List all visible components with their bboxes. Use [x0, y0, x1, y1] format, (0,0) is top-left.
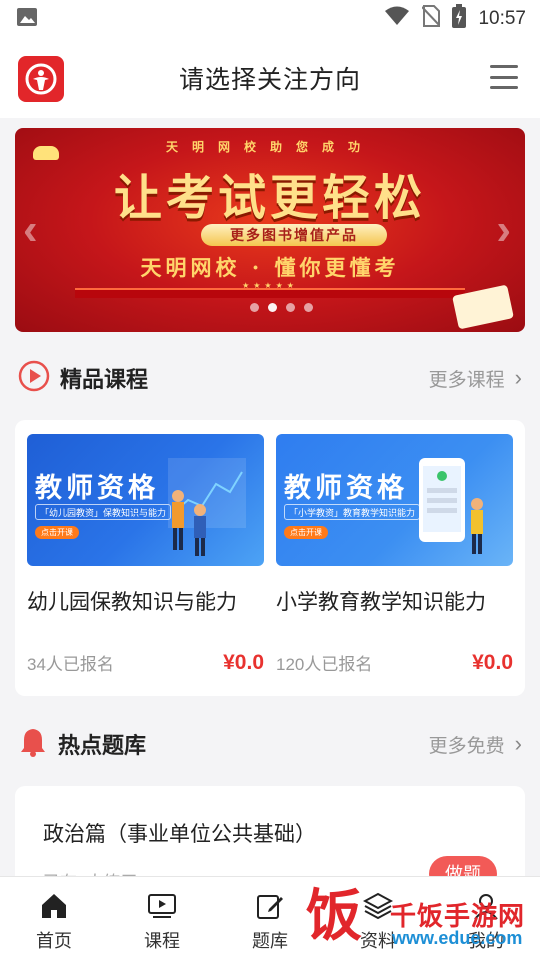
app-header: 请选择关注方向: [0, 38, 540, 118]
banner-pill: 更多图书增值产品: [201, 224, 387, 246]
thumb-cta: 点击开课: [284, 526, 328, 539]
exam-bank-name: 政治篇（事业单位公共基础）: [43, 823, 316, 846]
home-icon: [42, 894, 66, 918]
enrolled-count: 34人已报名: [27, 655, 114, 674]
course-thumbnail[interactable]: 教师资格 「幼儿园教资」保教知识与能力 点击开课: [27, 434, 264, 566]
banner-stage-decoration: [75, 288, 465, 298]
watermark-glyph: 饭: [306, 883, 362, 949]
course-item[interactable]: 教师资格 「小学教资」教育教学知识能力 点击开课 小学教育教学知识能力 120人…: [276, 434, 513, 675]
courses-section-header: 精品课程 更多课程 ›: [0, 354, 540, 402]
status-bar: 10:57: [0, 0, 540, 38]
course-name: 小学教育教学知识能力: [276, 591, 486, 614]
carousel-next-icon[interactable]: ›: [496, 208, 511, 252]
clock-time: 10:57: [478, 8, 526, 29]
banner-headline: 让考试更轻松: [113, 170, 426, 226]
play-circle-icon: [18, 360, 50, 397]
more-free-label: 更多免费: [428, 735, 505, 757]
tab-label: 首页: [36, 931, 72, 951]
video-icon: [148, 894, 176, 918]
thumb-title: 教师资格: [284, 473, 408, 503]
carousel-dot[interactable]: [249, 303, 259, 312]
tab-label: 课程: [144, 931, 180, 951]
enrolled-count: 120人已报名: [276, 655, 373, 674]
wifi-icon: [384, 6, 410, 32]
edit-icon: [257, 895, 283, 919]
watermark-url: www.edue.com: [392, 928, 523, 948]
thumb-cta: 点击开课: [35, 526, 79, 539]
course-price: ¥0.0: [472, 650, 513, 674]
image-notification-icon: [16, 7, 38, 32]
thumb-title: 教师资格: [35, 473, 159, 503]
more-free-link[interactable]: 更多免费 ›: [429, 731, 522, 758]
page-title[interactable]: 请选择关注方向: [179, 60, 361, 96]
bell-icon: [18, 726, 48, 763]
carousel-indicator: [15, 303, 525, 312]
course-item[interactable]: 教师资格 「幼儿园教资」保教知识与能力 点击开课 幼儿园保教知识与能力 34人已…: [27, 434, 264, 675]
course-price: ¥0.0: [223, 650, 264, 674]
tab-label: 题库: [252, 931, 288, 951]
carousel-dot[interactable]: [303, 303, 313, 312]
app-logo-icon[interactable]: [18, 56, 64, 102]
site-watermark: 饭 千饭手游网 www.edue.com: [300, 884, 540, 960]
course-name: 幼儿园保教知识与能力: [27, 591, 237, 614]
more-courses-label: 更多课程: [428, 369, 505, 391]
promo-banner-carousel[interactable]: 天明网校助您成功 让考试更轻松 更多图书增值产品 天明网校 · 懂你更懂考 ★★…: [15, 128, 525, 332]
more-courses-link[interactable]: 更多课程 ›: [429, 365, 522, 392]
section-title: 热点题库: [58, 733, 147, 758]
no-sim-icon: [421, 5, 442, 33]
courses-card: 教师资格 「幼儿园教资」保教知识与能力 点击开课 幼儿园保教知识与能力 34人已…: [15, 420, 525, 696]
chevron-right-icon: ›: [514, 365, 522, 390]
banner-tagline: 天明网校助您成功: [165, 140, 374, 154]
tab-home[interactable]: 首页: [0, 877, 108, 960]
thumb-subtitle: 「小学教资」教育教学知识能力: [284, 504, 421, 520]
exam-section-header: 热点题库 更多免费 ›: [0, 720, 540, 768]
tab-courses[interactable]: 课程: [108, 877, 216, 960]
carousel-dot[interactable]: [267, 303, 277, 312]
banner-slogan: 天明网校 · 懂你更懂考: [140, 255, 400, 280]
course-thumbnail[interactable]: 教师资格 「小学教资」教育教学知识能力 点击开课: [276, 434, 513, 566]
carousel-prev-icon[interactable]: ‹: [23, 208, 38, 252]
carousel-dot[interactable]: [285, 303, 295, 312]
chevron-right-icon: ›: [514, 731, 522, 756]
thumb-subtitle: 「幼儿园教资」保教知识与能力: [35, 504, 172, 520]
battery-charging-icon: [452, 4, 467, 34]
menu-icon[interactable]: [490, 65, 518, 89]
section-title: 精品课程: [60, 367, 149, 392]
